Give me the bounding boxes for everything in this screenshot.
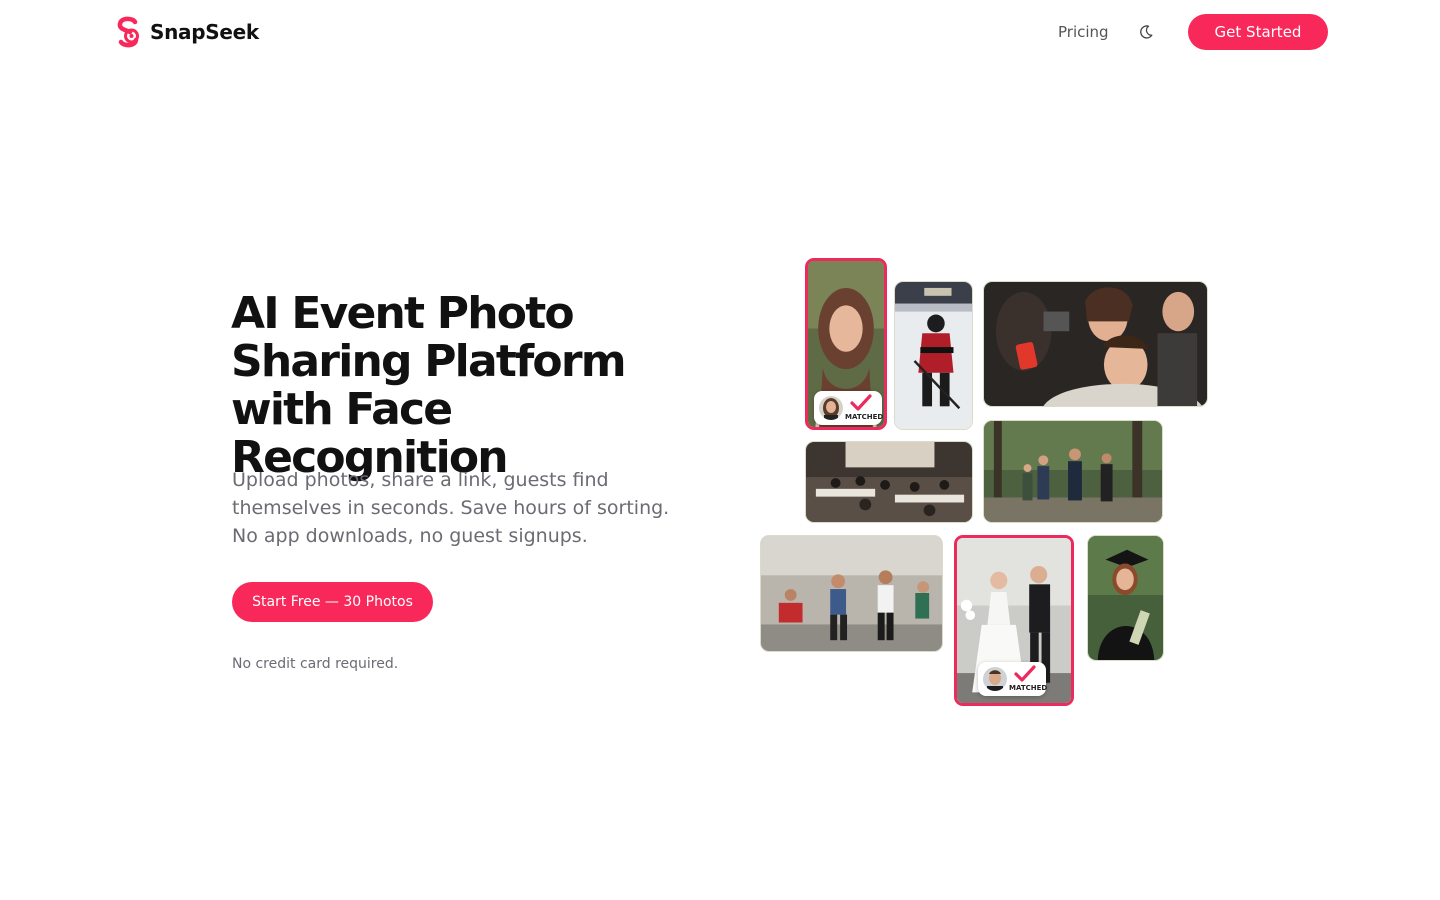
moon-icon	[1140, 25, 1153, 39]
avatar	[819, 396, 843, 420]
photo-graduate	[1087, 535, 1164, 661]
brand-logo[interactable]: SnapSeek	[116, 16, 259, 48]
photo-image	[895, 282, 972, 429]
photo-wedding-couple: MATCHED	[954, 535, 1074, 706]
site-header: SnapSeek Pricing Get Started	[0, 0, 1440, 64]
photo-image	[1088, 536, 1163, 660]
hero-title: AI Event Photo Sharing Platform with Fac…	[231, 288, 627, 483]
photo-party-crowd	[983, 281, 1208, 407]
photo-conference-audience	[805, 441, 973, 523]
matched-label: MATCHED	[1009, 684, 1048, 692]
checkmark-icon	[1014, 665, 1036, 682]
checkmark-icon	[850, 394, 872, 411]
photo-image	[761, 536, 942, 651]
theme-toggle-button[interactable]	[1134, 20, 1158, 44]
photo-forest-group	[983, 420, 1163, 523]
match-badge: MATCHED	[978, 662, 1048, 696]
photo-image	[806, 442, 972, 522]
no-credit-card-note: No credit card required.	[232, 656, 399, 672]
start-free-button[interactable]: Start Free — 30 Photos	[232, 582, 433, 622]
brand-name: SnapSeek	[150, 20, 259, 44]
matched-label: MATCHED	[845, 413, 884, 421]
photo-woman-portrait: MATCHED	[805, 258, 887, 430]
photo-image	[984, 421, 1162, 522]
snapseek-logo-icon	[117, 16, 139, 48]
photo-image	[984, 282, 1207, 406]
match-badge: MATCHED	[814, 391, 884, 425]
get-started-button[interactable]: Get Started	[1188, 14, 1328, 50]
nav-link-pricing[interactable]: Pricing	[1058, 22, 1109, 42]
photo-hockey-player	[894, 281, 973, 430]
avatar	[983, 667, 1007, 691]
hero-subtitle: Upload photos, share a link, guests find…	[232, 469, 670, 547]
photo-marathon-runners	[760, 535, 943, 652]
